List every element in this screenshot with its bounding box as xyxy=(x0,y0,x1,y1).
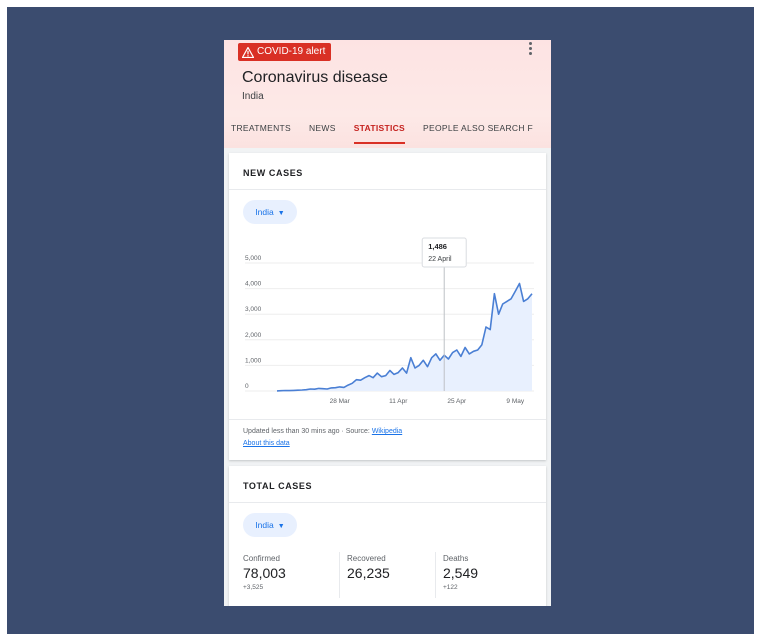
tab-people-also-search[interactable]: PEOPLE ALSO SEARCH F xyxy=(414,120,542,148)
stat-label: Confirmed xyxy=(243,554,280,563)
knowledge-panel-header: COVID-19 alert Coronavirus disease India… xyxy=(224,40,551,148)
card-divider xyxy=(229,189,546,190)
stat-value: 26,235 xyxy=(347,565,390,581)
page-title: Coronavirus disease xyxy=(242,69,388,86)
y-tick-label: 3,000 xyxy=(245,306,262,313)
x-tick-label: 9 May xyxy=(506,398,524,405)
stat-delta: +122 xyxy=(443,584,458,591)
card-divider xyxy=(229,419,546,420)
tab-treatments[interactable]: TREATMENTS xyxy=(224,120,300,148)
new-cases-chart[interactable]: 0 1,000 2,000 3,000 4,000 5,000 28 Mar 11 Apr 2… xyxy=(229,233,546,408)
alert-label: COVID-19 alert xyxy=(257,46,326,57)
tab-news[interactable]: NEWS xyxy=(300,120,345,148)
stat-value: 78,003 xyxy=(243,565,286,581)
stat-recovered: Recovered 26,235 xyxy=(347,554,390,604)
stat-delta: +3,525 xyxy=(243,584,264,591)
phone-screen: COVID-19 alert Coronavirus disease India… xyxy=(224,40,551,606)
stat-label: Deaths xyxy=(443,554,469,563)
x-tick-label: 25 Apr xyxy=(447,398,467,405)
tooltip-date: 22 April xyxy=(428,256,452,263)
total-cases-title: TOTAL CASES xyxy=(243,481,313,491)
new-cases-title: NEW CASES xyxy=(243,168,303,178)
x-tick-label: 11 Apr xyxy=(389,398,408,405)
updated-text: Updated less than 30 mins ago xyxy=(243,428,340,435)
y-tick-label: 4,000 xyxy=(245,281,262,288)
region-dropdown[interactable]: India ▼ xyxy=(243,200,297,224)
region-label: India xyxy=(255,520,274,530)
about-data-link[interactable]: About this data xyxy=(243,440,290,447)
stat-value: 2,549 xyxy=(443,565,479,581)
tab-statistics[interactable]: STATISTICS xyxy=(345,120,414,148)
more-options-icon[interactable] xyxy=(529,42,533,56)
stat-label: Recovered xyxy=(347,554,386,563)
region-label: India xyxy=(255,207,274,217)
stat-confirmed: Confirmed 78,003 +3,525 xyxy=(243,554,286,604)
tooltip-value: 1,486 xyxy=(428,242,447,251)
page-subtitle: India xyxy=(242,91,264,102)
stat-separator xyxy=(339,552,340,598)
y-tick-label: 2,000 xyxy=(245,332,262,339)
warning-icon xyxy=(242,46,254,58)
tab-bar: TREATMENTS NEWS STATISTICS PEOPLE ALSO SEAR… xyxy=(224,120,542,148)
new-cases-card: NEW CASES India ▼ 0 1,000 2,000 3,000 4,000 5,… xyxy=(229,153,546,460)
y-tick-label: 1,000 xyxy=(245,357,262,364)
dropdown-arrow-icon: ▼ xyxy=(277,523,285,530)
y-tick-label: 5,000 xyxy=(245,255,262,262)
stat-separator xyxy=(435,552,436,598)
y-tick-label: 0 xyxy=(245,383,249,390)
stat-deaths: Deaths 2,549 +122 xyxy=(443,554,478,604)
x-tick-label: 28 Mar xyxy=(330,398,351,405)
dropdown-arrow-icon: ▼ xyxy=(277,210,285,217)
source-link[interactable]: Wikipedia xyxy=(372,428,402,435)
chart-footnote: Updated less than 30 mins ago · Source: … xyxy=(243,428,403,447)
total-cases-card: TOTAL CASES India ▼ Confirmed 78,003 +3,5… xyxy=(229,466,546,606)
card-divider xyxy=(229,502,546,503)
source-label: Source: xyxy=(345,428,370,435)
covid-alert-chip[interactable]: COVID-19 alert xyxy=(238,43,332,61)
region-dropdown-total[interactable]: India ▼ xyxy=(243,513,297,537)
